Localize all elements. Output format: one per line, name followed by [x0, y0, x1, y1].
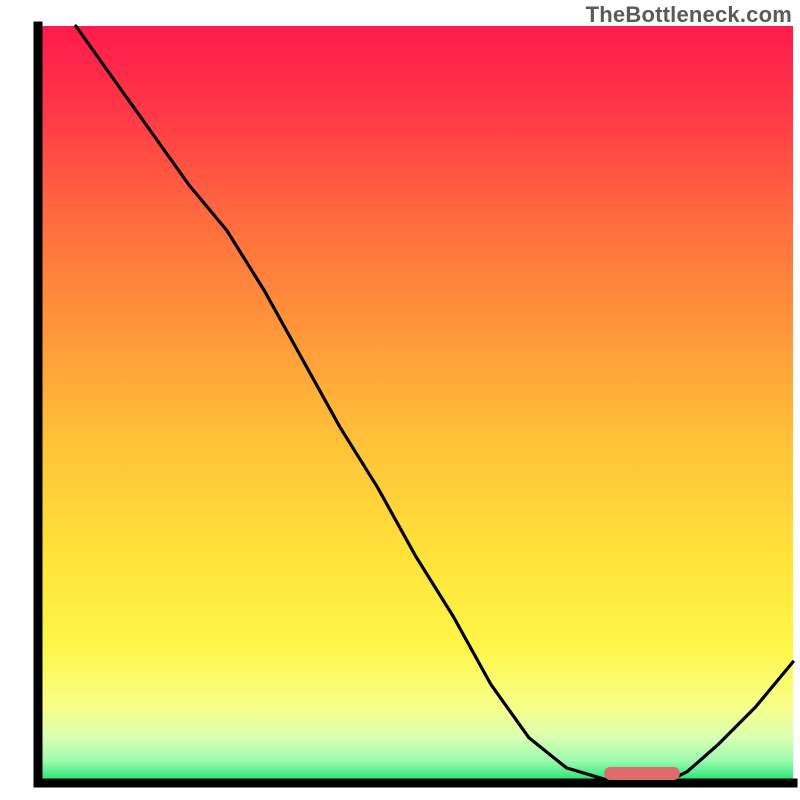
chart-stage: TheBottleneck.com — [0, 0, 800, 800]
highlight-bar — [604, 767, 680, 780]
plot-background — [38, 26, 793, 783]
bottleneck-chart — [0, 0, 800, 800]
